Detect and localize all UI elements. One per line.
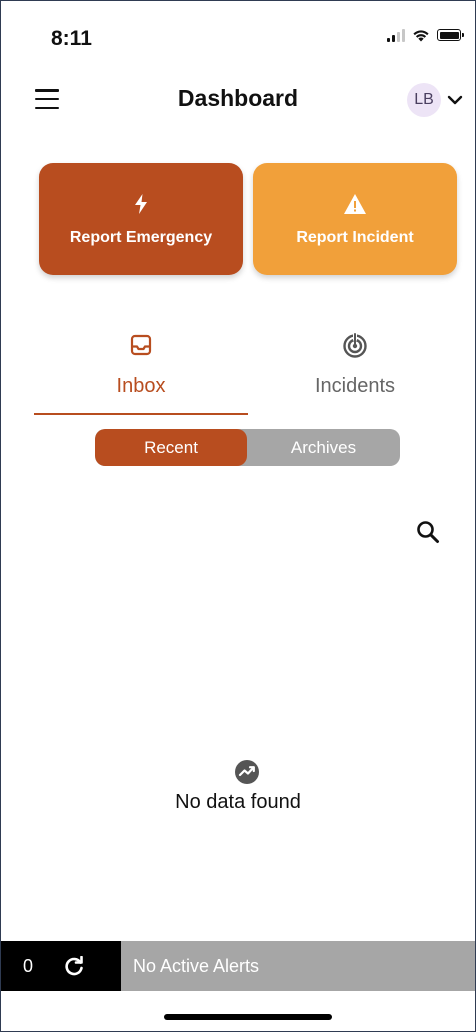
inbox-filter-segmented-control: Recent Archives — [95, 429, 400, 466]
target-icon — [342, 331, 368, 359]
alert-status-text: No Active Alerts — [121, 941, 475, 991]
tab-incidents[interactable]: Incidents — [248, 331, 462, 413]
phone-screen: 8:11 Dashboard LB Report Emergency Repor… — [0, 0, 476, 1032]
report-incident-button[interactable]: Report Incident — [253, 163, 457, 275]
search-icon[interactable] — [415, 519, 441, 545]
alert-bar: 0 No Active Alerts — [1, 941, 475, 991]
refresh-icon[interactable] — [63, 955, 85, 977]
user-menu-button[interactable]: LB — [407, 83, 463, 117]
lightning-icon — [134, 191, 148, 217]
warning-icon — [343, 191, 367, 217]
menu-icon[interactable] — [35, 89, 59, 109]
report-emergency-button[interactable]: Report Emergency — [39, 163, 243, 275]
empty-state-message: No data found — [175, 791, 301, 813]
tab-inbox-label: Inbox — [116, 375, 166, 397]
alert-count: 0 — [23, 955, 34, 976]
battery-icon — [437, 29, 464, 41]
status-icons — [387, 28, 464, 42]
alert-controls: 0 — [1, 941, 121, 991]
tab-inbox[interactable]: Inbox — [34, 331, 248, 415]
cellular-signal-icon — [387, 28, 405, 42]
inbox-icon — [130, 331, 152, 359]
report-incident-label: Report Incident — [296, 229, 414, 246]
status-time: 8:11 — [51, 27, 92, 50]
report-emergency-label: Report Emergency — [69, 229, 213, 246]
segment-recent[interactable]: Recent — [95, 429, 247, 466]
chevron-down-icon — [447, 95, 463, 105]
avatar: LB — [407, 83, 441, 117]
tab-incidents-label: Incidents — [314, 375, 396, 397]
wifi-icon — [413, 30, 429, 42]
page-title: Dashboard — [177, 85, 299, 111]
trend-chart-icon — [234, 759, 260, 785]
home-indicator — [164, 1014, 332, 1020]
segment-archives[interactable]: Archives — [247, 429, 400, 466]
